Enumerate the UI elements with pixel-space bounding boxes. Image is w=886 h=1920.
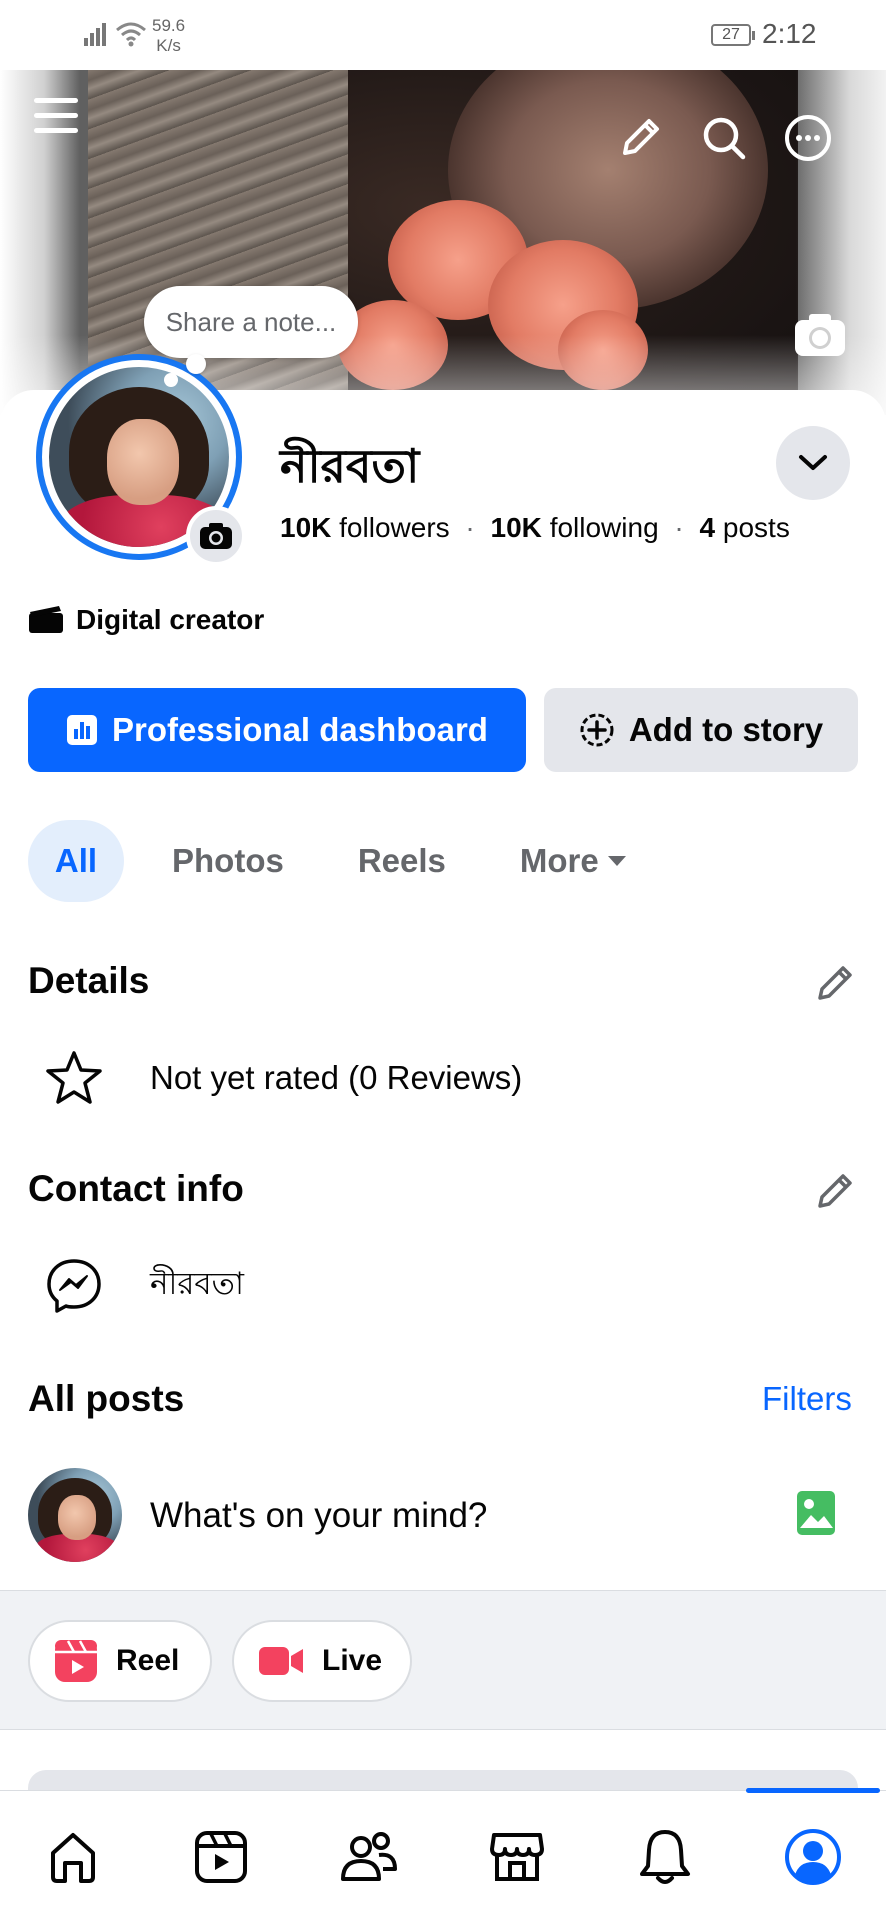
tab-more-label: More <box>519 842 599 879</box>
reel-label: Reel <box>116 1644 180 1677</box>
more-icon[interactable] <box>780 110 836 166</box>
profile-tabs: All Photos Reels More <box>28 820 627 902</box>
profile-options-button[interactable] <box>776 426 850 500</box>
tab-photos[interactable]: Photos <box>172 820 284 902</box>
avatar-face <box>107 419 179 505</box>
edit-contact-button[interactable] <box>810 1166 860 1216</box>
network-speed-value: 59.6 <box>152 16 186 35</box>
network-speed: 59.6 K/s <box>152 16 185 56</box>
home-icon[interactable] <box>38 1822 108 1892</box>
video-icon[interactable] <box>186 1822 256 1892</box>
messenger-row[interactable]: নীরবতা <box>44 1256 244 1316</box>
caret-down-icon <box>607 855 627 867</box>
pencil-icon <box>818 1174 852 1208</box>
reel-chip[interactable]: Reel <box>28 1620 212 1702</box>
rating-row: Not yet rated (0 Reviews) <box>44 1048 522 1108</box>
professional-dashboard-label: Professional dashboard <box>112 711 488 748</box>
dashboard-icon <box>66 714 98 746</box>
add-to-story-label: Add to story <box>628 711 824 748</box>
battery-indicator: 27 <box>711 24 755 46</box>
add-to-story-button[interactable]: Add to story <box>544 688 858 772</box>
clock: 2:12 <box>762 18 817 49</box>
followers-label[interactable]: followers <box>339 512 449 543</box>
tab-all[interactable]: All <box>28 820 124 902</box>
contact-info-title: Contact info <box>28 1168 244 1209</box>
bottom-navigation <box>0 1790 886 1920</box>
following-label[interactable]: following <box>550 512 659 543</box>
tab-photos-label: Photos <box>172 842 284 879</box>
marketplace-icon[interactable] <box>482 1822 552 1892</box>
reel-icon <box>54 1639 98 1683</box>
posts-label: posts <box>722 512 790 543</box>
wifi-icon <box>115 20 147 53</box>
rating-text: Not yet rated (0 Reviews) <box>150 1059 523 1096</box>
chevron-down-icon <box>799 455 827 470</box>
following-count[interactable]: 10K <box>491 512 542 543</box>
details-title: Details <box>28 960 150 1001</box>
pencil-icon[interactable] <box>612 110 668 166</box>
notifications-icon[interactable] <box>630 1822 700 1892</box>
star-icon <box>44 1048 104 1108</box>
edit-details-button[interactable] <box>810 958 860 1008</box>
camera-icon <box>200 523 232 549</box>
photo-icon[interactable] <box>796 1490 836 1536</box>
search-icon[interactable] <box>696 110 752 166</box>
network-speed-unit: K/s <box>156 36 181 55</box>
category-label: Digital creator <box>76 604 265 635</box>
professional-dashboard-button[interactable]: Professional dashboard <box>28 688 526 772</box>
active-tab-indicator <box>746 1788 880 1793</box>
profile-stats: 10K followers · 10K following · 4 posts <box>280 512 790 544</box>
live-label: Live <box>322 1644 383 1677</box>
messenger-icon <box>44 1256 104 1316</box>
separator: · <box>465 512 475 543</box>
filters-link[interactable]: Filters <box>762 1380 852 1418</box>
all-posts-title: All posts <box>28 1378 185 1419</box>
clapperboard-icon <box>28 606 64 634</box>
live-video-icon <box>258 1644 304 1678</box>
posts-count: 4 <box>699 512 716 543</box>
add-story-icon <box>579 712 615 748</box>
camera-icon[interactable] <box>790 305 850 365</box>
profile-name: নীরবতা <box>280 439 420 493</box>
tab-reels-label: Reels <box>357 842 446 879</box>
share-note-text: Share a note... <box>165 306 337 337</box>
signal-icon <box>84 22 112 51</box>
profile-icon[interactable] <box>778 1822 848 1892</box>
avatar-face <box>58 1495 96 1540</box>
followers-count[interactable]: 10K <box>280 512 331 543</box>
status-bar: 59.6 K/s 27 2:12 <box>0 0 886 70</box>
composer-placeholder[interactable]: What's on your mind? <box>150 1496 487 1536</box>
live-chip[interactable]: Live <box>232 1620 412 1702</box>
share-note-bubble[interactable]: Share a note... <box>144 286 358 358</box>
note-bubble-tail <box>186 354 206 374</box>
composer-avatar[interactable] <box>28 1468 122 1562</box>
friends-icon[interactable] <box>334 1822 404 1892</box>
tab-all-label: All <box>54 842 98 879</box>
separator: · <box>674 512 684 543</box>
pencil-icon <box>818 966 852 1000</box>
menu-icon[interactable] <box>30 90 82 142</box>
avatar-dot <box>164 373 178 387</box>
tab-more[interactable]: More <box>520 820 627 902</box>
avatar-camera-button[interactable] <box>186 506 246 566</box>
messenger-name: নীরবতা <box>150 1266 244 1302</box>
tab-reels[interactable]: Reels <box>358 820 446 902</box>
profile-category: Digital creator <box>28 604 264 636</box>
